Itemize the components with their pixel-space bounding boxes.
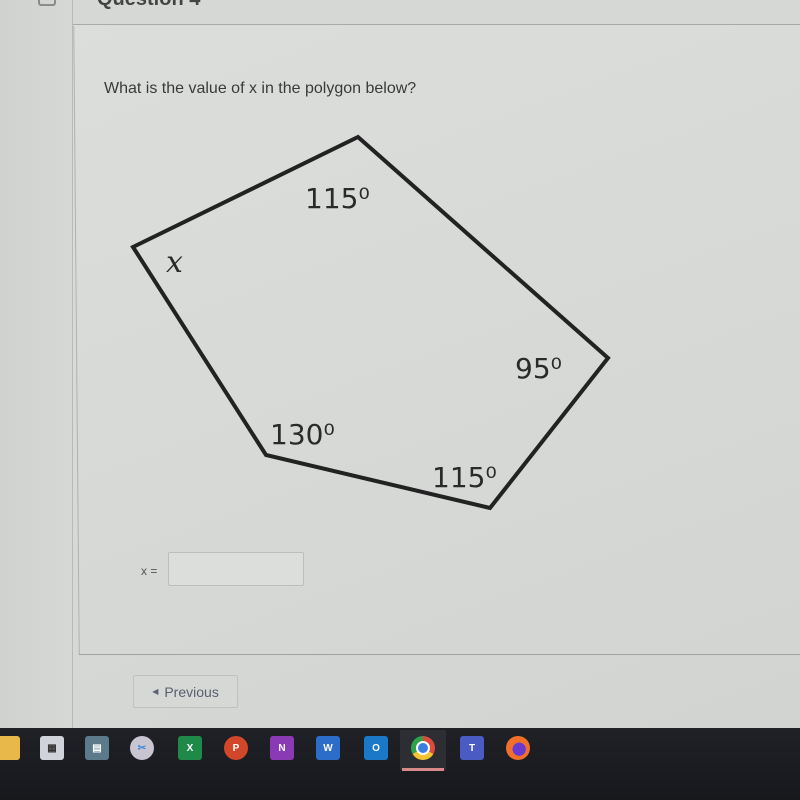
answer-label: x = xyxy=(141,564,158,578)
firefox-icon[interactable] xyxy=(506,736,530,760)
screen: Question 4 What is the value of x in the… xyxy=(0,0,800,728)
onenote-icon[interactable]: N xyxy=(270,736,294,760)
store-icon[interactable]: ▦ xyxy=(40,736,64,760)
angle-label-right: 95⁰ xyxy=(515,352,562,385)
powerpoint-icon[interactable]: P xyxy=(224,736,248,760)
outlook-icon[interactable]: O xyxy=(364,736,388,760)
triangle-left-icon: ◀ xyxy=(152,687,159,696)
snipping-tool-icon[interactable]: ✂ xyxy=(130,736,154,760)
excel-icon[interactable]: X xyxy=(178,736,202,760)
angle-label-bottom-left: 130⁰ xyxy=(270,418,335,451)
file-explorer-icon[interactable] xyxy=(0,736,20,760)
previous-label: Previous xyxy=(164,683,219,700)
active-app-indicator xyxy=(402,768,444,771)
angle-label-bottom-right: 115⁰ xyxy=(432,461,497,494)
previous-button[interactable]: ◀ Previous xyxy=(133,675,238,708)
pentagon-shape xyxy=(130,134,611,511)
teams-icon[interactable]: T xyxy=(460,736,484,760)
calculator-icon[interactable]: ▤ xyxy=(85,736,109,760)
polygon-figure: 115⁰ 95⁰ 115⁰ 130⁰ x xyxy=(130,134,611,511)
word-icon[interactable]: W xyxy=(316,736,340,760)
answer-input[interactable] xyxy=(168,552,304,586)
taskbar: ▦ ▤ ✂ X P N W O T xyxy=(0,728,800,800)
chrome-icon[interactable] xyxy=(411,736,435,760)
angle-label-top: 115⁰ xyxy=(305,182,370,215)
angle-label-x: x xyxy=(166,245,183,280)
